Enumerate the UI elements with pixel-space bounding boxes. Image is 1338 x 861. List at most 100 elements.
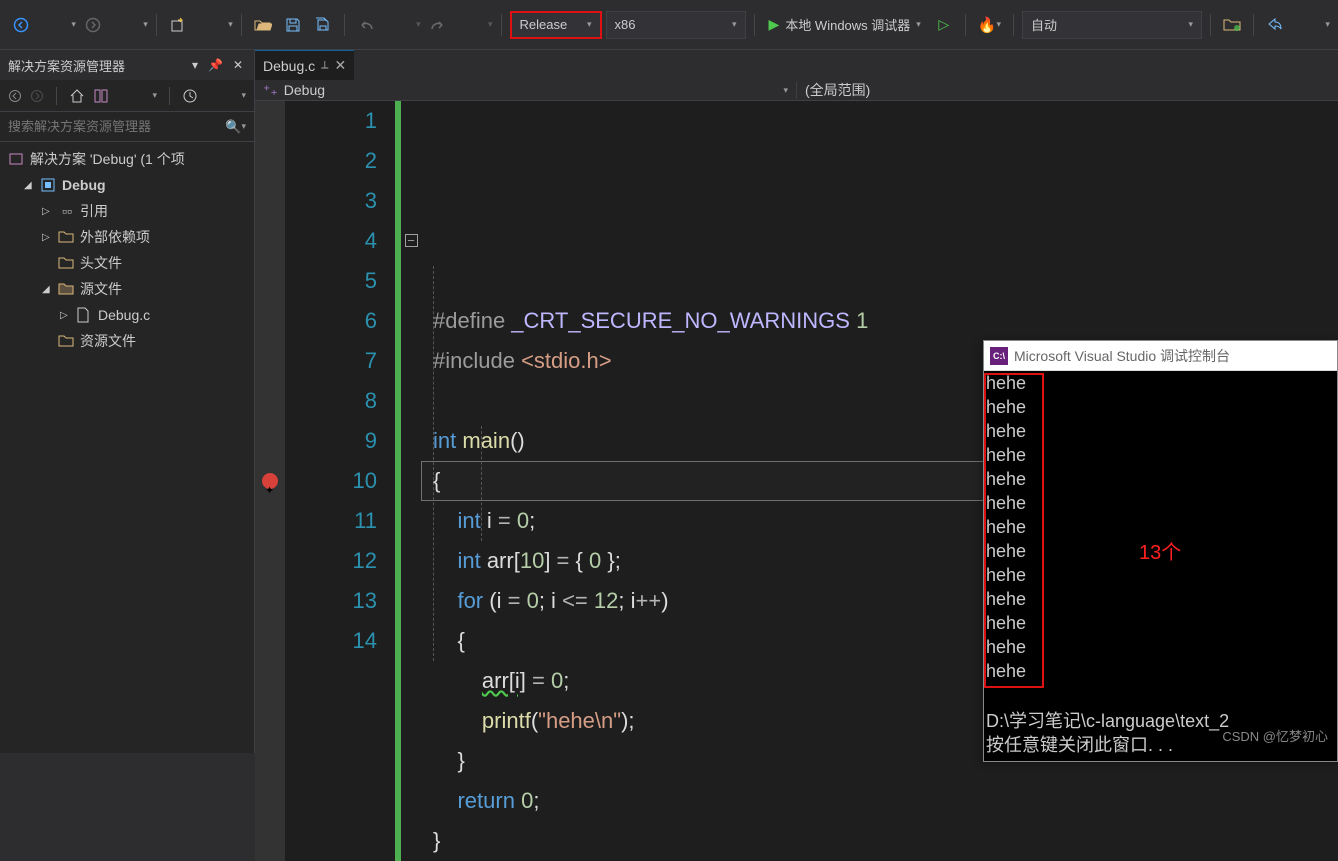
line-number: 3 <box>285 181 377 221</box>
code-line[interactable]: return 0; <box>433 781 1338 821</box>
console-app-icon: C:\ <box>990 347 1008 365</box>
debug-console-window[interactable]: C:\ Microsoft Visual Studio 调试控制台 hehehe… <box>983 340 1338 762</box>
project-label: Debug <box>62 177 106 193</box>
start-debug-button[interactable]: ▶ 本地 Windows 调试器 ▾ <box>763 11 927 39</box>
code-line[interactable]: } <box>433 821 1338 861</box>
pin-icon[interactable]: 📌 <box>205 58 226 72</box>
close-icon[interactable]: ✕ <box>230 58 246 72</box>
fold-gutter[interactable]: − <box>401 101 421 861</box>
project-node[interactable]: ◢ Debug <box>0 172 254 198</box>
line-number: 4 <box>285 221 377 261</box>
breakpoint-gutter[interactable] <box>255 101 285 861</box>
nav-fwd-button[interactable] <box>80 11 106 39</box>
search-input[interactable] <box>8 119 225 134</box>
solution-node[interactable]: 解决方案 'Debug' (1 个项 <box>0 146 254 172</box>
auto-label: 自动 <box>1031 15 1057 34</box>
line-number-gutter: 1234567891011121314 <box>285 101 395 861</box>
back-icon[interactable] <box>8 89 22 103</box>
chevron-down-icon: ▾ <box>587 19 592 30</box>
open-button[interactable] <box>250 11 276 39</box>
platform-dropdown[interactable]: x86 ▾ <box>606 11 746 39</box>
flame-icon: 🔥 <box>978 16 997 34</box>
expand-icon[interactable]: ▷ <box>60 310 72 321</box>
pin-icon[interactable]: ⟂ <box>321 59 328 72</box>
nav-scope-dropdown[interactable]: (全局范围) <box>797 80 1338 100</box>
new-item-chevron-icon[interactable]: ▾ <box>228 19 233 30</box>
line-number: 5 <box>285 261 377 301</box>
nav-scope-label: (全局范围) <box>805 80 870 100</box>
line-number: 2 <box>285 141 377 181</box>
console-titlebar[interactable]: C:\ Microsoft Visual Studio 调试控制台 <box>984 341 1337 371</box>
refs-node[interactable]: ▷ ▫▫ 引用 <box>0 198 254 224</box>
panel-title: 解决方案资源管理器 <box>8 56 185 75</box>
home-icon[interactable] <box>69 88 85 104</box>
chevron-down-icon: ▾ <box>997 19 1002 30</box>
line-number: 13 <box>285 581 377 621</box>
debug-label: 本地 Windows 调试器 <box>785 15 910 34</box>
file-tab[interactable]: Debug.c ⟂ ✕ <box>255 50 354 80</box>
console-body: hehehehehehehehehehehehehehehehehehehehe… <box>984 371 1337 761</box>
expand-icon[interactable]: ◢ <box>42 284 54 295</box>
fold-icon[interactable]: − <box>405 234 418 247</box>
expand-icon[interactable]: ▷ <box>42 232 54 243</box>
source-file-node[interactable]: ▷ Debug.c <box>0 302 254 328</box>
switch-views-icon[interactable] <box>93 88 109 104</box>
expand-icon[interactable]: ▷ <box>42 206 54 217</box>
line-number: 12 <box>285 541 377 581</box>
code-line[interactable]: #define _CRT_SECURE_NO_WARNINGS 1 <box>433 301 1338 341</box>
hot-reload-button[interactable]: 🔥 ▾ <box>974 11 1005 39</box>
line-number: 14 <box>285 621 377 661</box>
undo-button[interactable] <box>353 11 379 39</box>
config-dropdown[interactable]: Release ▾ <box>510 11 602 39</box>
redo-button[interactable] <box>425 11 451 39</box>
nav-fwd-chevron-icon: ▾ <box>143 19 148 30</box>
console-title: Microsoft Visual Studio 调试控制台 <box>1014 346 1230 366</box>
panel-header: 解决方案资源管理器 ▾ 📌 ✕ <box>0 50 254 80</box>
solution-label: 解决方案 'Debug' (1 个项 <box>30 149 185 169</box>
folder-icon <box>58 334 76 348</box>
nav-bar: ⁺₊ Debug ▾ (全局范围) <box>255 80 1338 101</box>
watermark: CSDN @忆梦初心 <box>1222 726 1328 745</box>
folder-open-icon <box>58 282 76 296</box>
auto-dropdown[interactable]: 自动 ▾ <box>1022 11 1202 39</box>
save-all-button[interactable] <box>310 11 336 39</box>
close-icon[interactable]: ✕ <box>335 57 347 74</box>
headers-node[interactable]: 头文件 <box>0 250 254 276</box>
panel-tools: ▾ ▾ <box>0 80 254 112</box>
folder-view-button[interactable] <box>1219 11 1245 39</box>
chevron-down-icon: ▾ <box>916 19 921 30</box>
headers-label: 头文件 <box>80 253 122 273</box>
expand-icon[interactable]: ◢ <box>24 180 36 191</box>
save-button[interactable] <box>280 11 306 39</box>
start-no-debug-button[interactable]: ▷ <box>931 11 957 39</box>
chevron-down-icon: ▾ <box>1325 19 1330 30</box>
search-chevron-icon[interactable]: ▾ <box>241 121 246 132</box>
sources-label: 源文件 <box>80 279 122 299</box>
options-chevron-icon[interactable]: ▾ <box>189 58 201 72</box>
chevron-down-icon[interactable]: ▾ <box>152 90 157 101</box>
console-annotation: 13个 <box>1139 541 1181 565</box>
editor-area: Debug.c ⟂ ✕ ⁺₊ Debug ▾ (全局范围) 1234567891… <box>255 50 1338 753</box>
new-item-button[interactable] <box>165 11 191 39</box>
source-file-label: Debug.c <box>98 307 150 323</box>
solution-tree: 解决方案 'Debug' (1 个项 ◢ Debug ▷ ▫▫ 引用 ▷ 外部依… <box>0 142 254 753</box>
highlight-box <box>984 373 1044 688</box>
fwd-icon[interactable] <box>30 89 44 103</box>
nav-back-chevron-icon[interactable]: ▾ <box>71 19 76 30</box>
external-node[interactable]: ▷ 外部依赖项 <box>0 224 254 250</box>
nav-project-dropdown[interactable]: ⁺₊ Debug ▾ <box>255 82 797 99</box>
chevron-down-icon: ▾ <box>1189 19 1194 30</box>
search-icon[interactable]: 🔍 <box>225 119 241 135</box>
resources-node[interactable]: 资源文件 <box>0 328 254 354</box>
live-share-button[interactable] <box>1262 11 1288 39</box>
refs-icon: ▫▫ <box>58 203 76 219</box>
line-number: 11 <box>285 501 377 541</box>
nav-back-button[interactable] <box>8 11 34 39</box>
solution-explorer: 解决方案资源管理器 ▾ 📌 ✕ ▾ ▾ 🔍 ▾ 解决方案 'Debug' (1 … <box>0 50 255 753</box>
solution-icon <box>8 151 26 167</box>
sources-node[interactable]: ◢ 源文件 <box>0 276 254 302</box>
history-icon[interactable] <box>182 88 198 104</box>
chevron-down-icon[interactable]: ▾ <box>241 90 246 101</box>
folder-icon <box>58 230 76 244</box>
breakpoint-icon[interactable] <box>261 472 279 490</box>
